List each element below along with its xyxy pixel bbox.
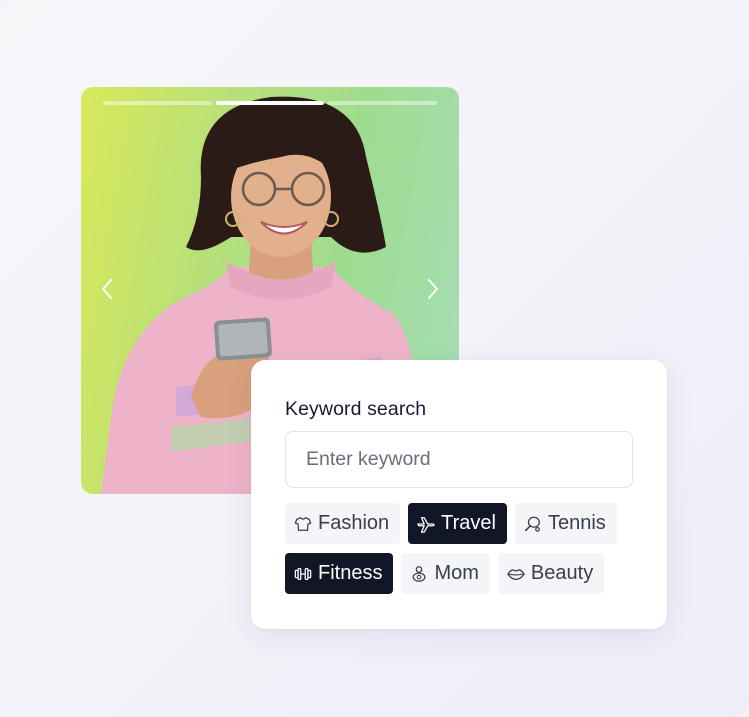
tag-beauty[interactable]: Beauty bbox=[497, 553, 605, 594]
tag-fitness[interactable]: Fitness bbox=[285, 553, 394, 594]
tag-label: Fashion bbox=[318, 512, 390, 534]
tag-row-2: Fitness Mom Beauty bbox=[285, 553, 605, 594]
tag-mom[interactable]: Mom bbox=[401, 553, 490, 594]
tag-label: Beauty bbox=[530, 562, 594, 584]
tag-label: Tennis bbox=[547, 512, 606, 534]
tag-label: Fitness bbox=[318, 562, 383, 584]
prev-button[interactable] bbox=[95, 277, 119, 301]
panel-title: Keyword search bbox=[285, 398, 427, 420]
tag-fashion[interactable]: Fashion bbox=[285, 503, 401, 544]
tennis-racket-icon bbox=[524, 515, 542, 533]
progress-fill bbox=[215, 101, 325, 105]
airplane-icon bbox=[417, 515, 435, 533]
story-progress bbox=[103, 101, 438, 105]
keyword-input[interactable] bbox=[285, 431, 633, 488]
progress-segment bbox=[103, 101, 212, 105]
baby-icon bbox=[410, 565, 428, 583]
chevron-left-icon bbox=[102, 279, 112, 299]
progress-segment bbox=[215, 101, 325, 105]
keyword-search-panel: Keyword search Fashion Travel Tennis bbox=[251, 360, 667, 629]
tag-label: Mom bbox=[434, 562, 479, 584]
tag-label: Travel bbox=[441, 512, 496, 534]
lips-icon bbox=[507, 565, 525, 583]
tag-travel[interactable]: Travel bbox=[408, 503, 507, 544]
tag-row-1: Fashion Travel Tennis bbox=[285, 503, 617, 544]
next-button[interactable] bbox=[421, 277, 445, 301]
tshirt-icon bbox=[294, 515, 312, 533]
chevron-right-icon bbox=[428, 279, 438, 299]
dumbbell-icon bbox=[294, 565, 312, 583]
tag-tennis[interactable]: Tennis bbox=[514, 503, 617, 544]
progress-segment bbox=[328, 101, 438, 105]
